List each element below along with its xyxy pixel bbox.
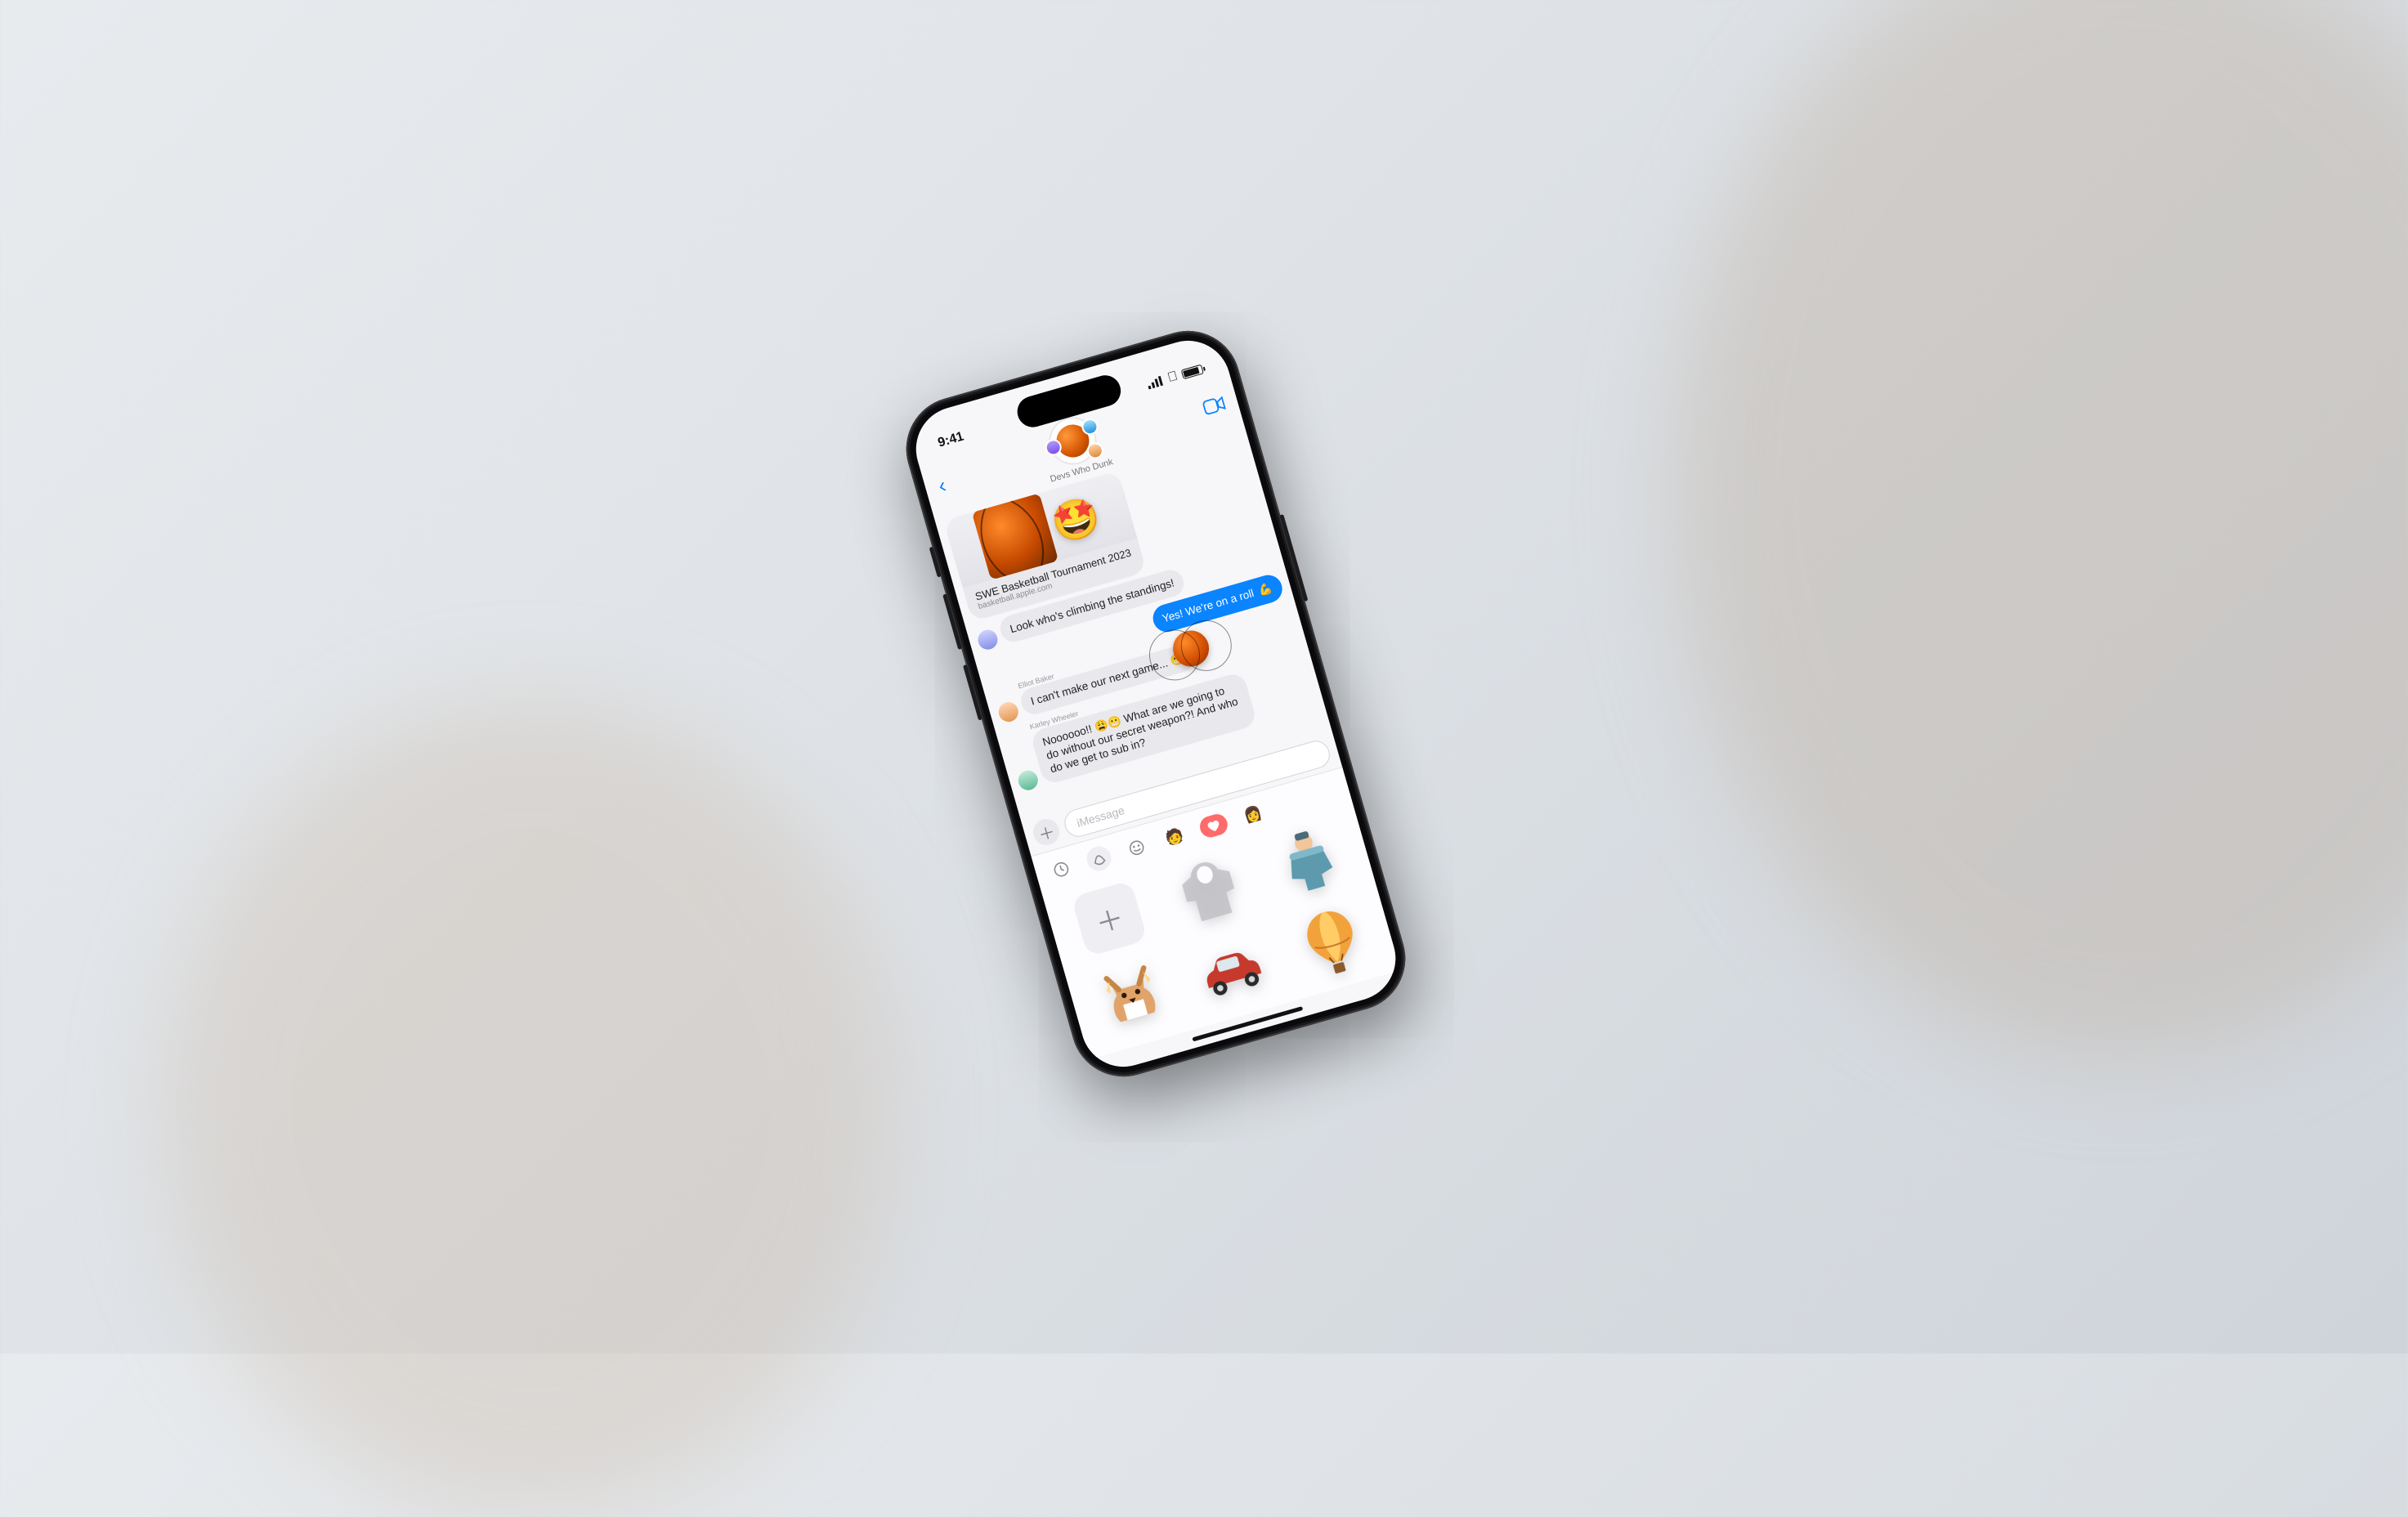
cutouts-tab[interactable] xyxy=(1084,844,1114,874)
cellular-icon xyxy=(1146,375,1165,389)
flex-emoji-icon: 💪 xyxy=(1257,582,1273,597)
message-placeholder: iMessage xyxy=(1075,803,1126,830)
red-car-sticker[interactable] xyxy=(1189,929,1276,1015)
battery-icon xyxy=(1181,365,1204,380)
iphone-device: 9:41 􀙇 ‹ Devs Who Dunk xyxy=(894,319,1418,1089)
kid-snowsuit-sticker[interactable] xyxy=(1266,818,1353,905)
recents-tab[interactable] xyxy=(1046,854,1076,884)
wifi-icon: 􀙇 xyxy=(1166,370,1179,386)
sender-avatar xyxy=(976,628,1000,652)
memoji-tab-2[interactable]: 👩 xyxy=(1238,799,1268,830)
basketball-sticker-icon[interactable] xyxy=(1170,628,1211,669)
facetime-button[interactable] xyxy=(1202,396,1227,419)
back-button[interactable]: ‹ xyxy=(935,472,949,499)
add-sticker-button[interactable]: ＋ xyxy=(1071,880,1148,957)
emoji-tab[interactable] xyxy=(1121,833,1152,863)
star-struck-sticker: 🤩 xyxy=(1045,490,1105,548)
hoodie-sticker[interactable] xyxy=(1166,847,1252,933)
hearts-tab[interactable] xyxy=(1197,812,1230,839)
memoji-tab-1[interactable]: 🧑 xyxy=(1159,822,1189,852)
corgi-sticker[interactable] xyxy=(1089,957,1175,1044)
sender-avatar xyxy=(1016,768,1041,793)
hot-air-balloon-sticker[interactable] xyxy=(1289,900,1376,987)
sender-avatar xyxy=(996,700,1021,724)
apps-plus-button[interactable]: ＋ xyxy=(1030,816,1063,848)
